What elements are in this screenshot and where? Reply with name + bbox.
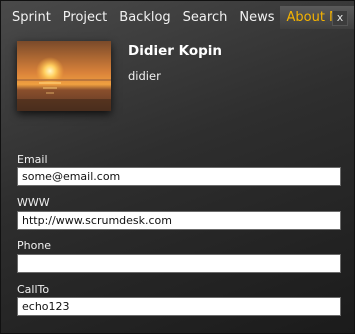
email-label: Email [17, 153, 48, 166]
close-button[interactable]: x [332, 10, 348, 26]
user-login: didier [128, 69, 161, 83]
callto-label: CallTo [17, 283, 50, 296]
phone-label: Phone [17, 239, 52, 252]
sunset-photo-icon [17, 41, 111, 111]
about-me-window: Sprint Project Backlog Search News About… [0, 0, 355, 334]
www-field[interactable] [17, 211, 341, 230]
tab-bar: Sprint Project Backlog Search News About… [6, 5, 355, 29]
callto-field[interactable] [17, 297, 341, 316]
phone-field[interactable] [17, 254, 341, 273]
tab-news[interactable]: News [233, 6, 280, 29]
www-label: WWW [17, 196, 50, 209]
tab-search[interactable]: Search [177, 6, 234, 29]
avatar [17, 41, 111, 111]
tab-backlog[interactable]: Backlog [113, 6, 176, 29]
email-field[interactable] [17, 167, 341, 186]
tab-project[interactable]: Project [57, 6, 113, 29]
user-full-name: Didier Kopin [128, 43, 223, 59]
tab-sprint[interactable]: Sprint [6, 6, 57, 29]
